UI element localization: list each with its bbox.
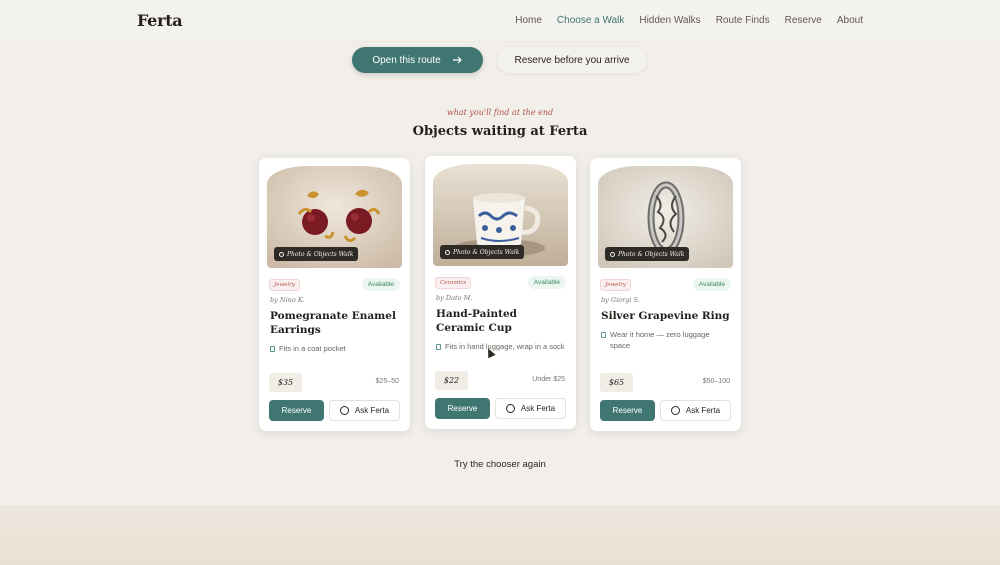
walk-tag: Photo & Objects Walk xyxy=(440,245,525,259)
bottom-hero-band xyxy=(0,505,1000,565)
product-image-cup[interactable]: Photo & Objects Walk xyxy=(433,164,568,266)
open-route-button[interactable]: Open this route xyxy=(352,47,483,73)
reserve-button[interactable]: Reserve xyxy=(600,400,655,421)
packing-note: Fits in a coat pocket xyxy=(270,344,400,355)
reserve-button[interactable]: Reserve xyxy=(435,398,490,419)
product-card-cup: Photo & Objects Walk Ceramics Available … xyxy=(425,156,576,429)
luggage-icon xyxy=(436,344,441,350)
chat-icon xyxy=(670,406,680,415)
maker-name: by Giorgi S. xyxy=(601,296,640,304)
brand-logo[interactable]: Ferta xyxy=(137,11,183,30)
section-title: Objects waiting at Ferta xyxy=(412,124,588,139)
status-badge: Available xyxy=(361,278,400,291)
maker-name: by Nino K. xyxy=(270,296,305,304)
luggage-icon xyxy=(601,332,606,338)
nav-route-finds[interactable]: Route Finds xyxy=(716,15,770,26)
ask-ferta-label: Ask Ferta xyxy=(685,406,721,415)
packing-note-text: Wear it home — zero luggage space xyxy=(610,330,710,350)
category-badge: Jewelry xyxy=(600,279,631,291)
price-tag: $65 xyxy=(600,373,633,392)
nav-about[interactable]: About xyxy=(837,15,863,26)
ask-ferta-label: Ask Ferta xyxy=(520,404,556,413)
ask-ferta-button[interactable]: Ask Ferta xyxy=(329,400,400,421)
chat-icon xyxy=(339,406,349,415)
section-eyebrow: what you'll find at the end xyxy=(446,108,554,117)
price-range: Under $25 xyxy=(532,376,565,383)
packing-note: Fits in hand luggage, wrap in a sock xyxy=(436,342,566,353)
product-name[interactable]: Hand-Painted Ceramic Cup xyxy=(436,307,566,335)
maker-name: by Dato M. xyxy=(436,294,473,302)
product-image-earrings[interactable]: Photo & Objects Walk xyxy=(267,166,402,268)
reserve-before-arrive-button[interactable]: Reserve before you arrive xyxy=(497,47,647,73)
walk-tag-label: Photo & Objects Walk xyxy=(618,250,685,258)
luggage-icon xyxy=(270,346,275,352)
nav-reserve[interactable]: Reserve xyxy=(785,15,822,26)
try-chooser-again-link[interactable]: Try the chooser again xyxy=(0,459,1000,470)
status-badge: Available xyxy=(692,278,731,291)
nav-hidden-walks[interactable]: Hidden Walks xyxy=(639,15,700,26)
packing-note-text: Fits in a coat pocket xyxy=(279,344,346,353)
price-range: $50–100 xyxy=(702,378,730,385)
pin-icon xyxy=(445,249,450,255)
walk-tag-label: Photo & Objects Walk xyxy=(287,250,354,258)
product-card-ring: Photo & Objects Walk Jewelry Available b… xyxy=(590,158,741,431)
price-tag: $22 xyxy=(435,371,468,390)
reserve-button[interactable]: Reserve xyxy=(269,400,324,421)
status-badge: Available xyxy=(527,276,566,289)
arrow-right-icon xyxy=(452,56,462,64)
walk-tag: Photo & Objects Walk xyxy=(605,247,690,261)
category-badge: Ceramics xyxy=(435,277,472,289)
cta-row: Open this route Reserve before you arriv… xyxy=(352,47,647,73)
chat-icon xyxy=(505,404,515,413)
open-route-label: Open this route xyxy=(372,54,441,66)
nav-choose-a-walk[interactable]: Choose a Walk xyxy=(557,15,624,26)
packing-note: Wear it home — zero luggage space xyxy=(601,330,731,351)
pin-icon xyxy=(610,251,615,257)
product-card-earrings: Photo & Objects Walk Jewelry Available b… xyxy=(259,158,410,431)
price-tag: $35 xyxy=(269,373,302,392)
pin-icon xyxy=(279,251,284,257)
walk-tag-label: Photo & Objects Walk xyxy=(453,248,520,256)
ask-ferta-label: Ask Ferta xyxy=(354,406,390,415)
product-image-ring[interactable]: Photo & Objects Walk xyxy=(598,166,733,268)
category-badge: Jewelry xyxy=(269,279,300,291)
walk-tag: Photo & Objects Walk xyxy=(274,247,359,261)
price-range: $25–50 xyxy=(375,378,399,385)
product-name[interactable]: Silver Grapevine Ring xyxy=(601,309,731,323)
nav-home[interactable]: Home xyxy=(515,15,542,26)
product-name[interactable]: Pomegranate Enamel Earrings xyxy=(270,309,400,337)
top-navigation-bar: Ferta Home Choose a Walk Hidden Walks Ro… xyxy=(0,0,1000,42)
ask-ferta-button[interactable]: Ask Ferta xyxy=(660,400,731,421)
ask-ferta-button[interactable]: Ask Ferta xyxy=(495,398,566,419)
main-nav: Home Choose a Walk Hidden Walks Route Fi… xyxy=(515,15,863,26)
packing-note-text: Fits in hand luggage, wrap in a sock xyxy=(445,342,565,351)
